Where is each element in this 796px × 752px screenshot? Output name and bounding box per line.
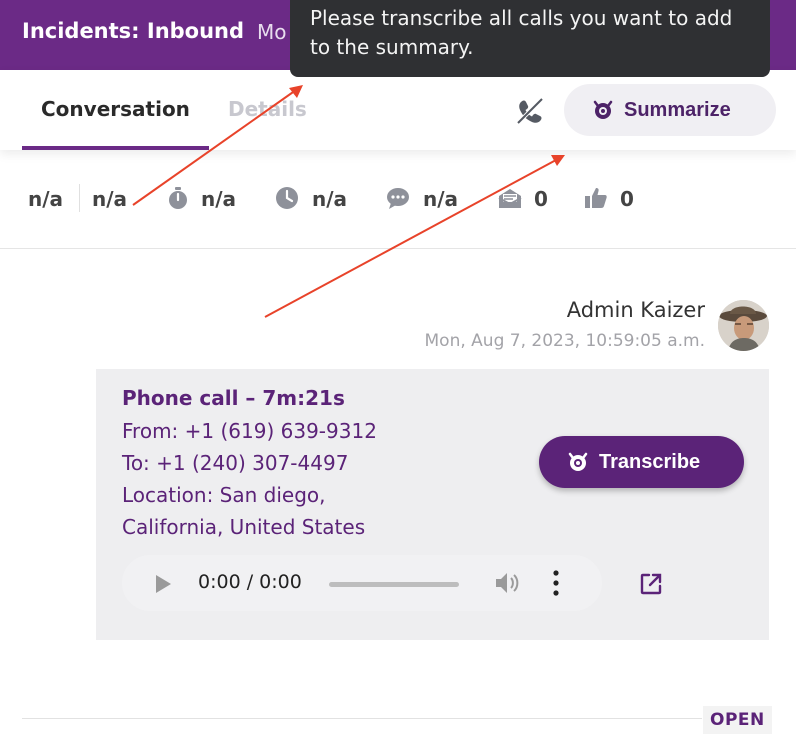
stat-value: n/a	[92, 187, 128, 211]
stat-value: 0	[620, 187, 634, 211]
audio-player: 0:00 / 0:00	[122, 555, 602, 611]
call-location-cont: California, United States	[122, 515, 366, 539]
message-timestamp: Mon, Aug 7, 2023, 10:59:05 a.m.	[424, 331, 705, 351]
summarize-button[interactable]: Summarize	[564, 84, 776, 136]
divider	[22, 718, 702, 719]
seek-bar[interactable]	[329, 582, 459, 587]
stopwatch-icon	[169, 187, 187, 209]
header-more-text[interactable]: Mo	[257, 20, 287, 44]
call-location: Location: San diego,	[122, 483, 326, 507]
message-author: Admin Kaizer	[566, 298, 705, 322]
chat-bubble-icon	[387, 188, 409, 209]
avatar	[718, 300, 769, 351]
stat-divider	[79, 184, 80, 212]
stat-value: n/a	[28, 187, 64, 211]
play-icon[interactable]	[154, 574, 172, 594]
call-from: From: +1 (619) 639-9312	[122, 419, 377, 443]
external-link-icon[interactable]	[639, 572, 663, 596]
tab-conversation[interactable]: Conversation	[41, 97, 190, 121]
tab-bar: Conversation Details Summarize	[0, 70, 796, 150]
volume-icon[interactable]	[495, 571, 521, 595]
envelope-icon	[498, 189, 522, 208]
ai-sparkle-icon	[593, 100, 613, 119]
clock-icon	[276, 187, 298, 209]
stat-value: n/a	[423, 187, 459, 211]
stat-value: n/a	[312, 187, 348, 211]
conversation-stats: n/a n/a n/a n/a n/a 0 0	[0, 150, 796, 249]
thumbs-up-icon	[585, 188, 607, 208]
ai-sparkle-icon	[568, 452, 588, 471]
transcribe-button[interactable]: Transcribe	[539, 436, 744, 488]
stat-value: n/a	[201, 187, 237, 211]
summarize-label: Summarize	[624, 98, 731, 121]
call-title: Phone call – 7m:21s	[122, 386, 345, 410]
user-photo	[718, 300, 769, 351]
page-title: Incidents: Inbound	[22, 19, 245, 43]
player-time: 0:00 / 0:00	[198, 571, 302, 593]
status-badge: OPEN	[703, 706, 772, 734]
stat-value: 0	[534, 187, 548, 211]
tooltip: Please transcribe all calls you want to …	[290, 0, 770, 77]
phone-call-card: Phone call – 7m:21s From: +1 (619) 639-9…	[96, 369, 769, 640]
tab-details[interactable]: Details	[228, 97, 307, 121]
more-options-icon[interactable]	[552, 570, 560, 596]
call-to: To: +1 (240) 307-4497	[122, 451, 349, 475]
phone-disabled-icon[interactable]	[514, 96, 546, 126]
transcribe-label: Transcribe	[599, 450, 701, 473]
